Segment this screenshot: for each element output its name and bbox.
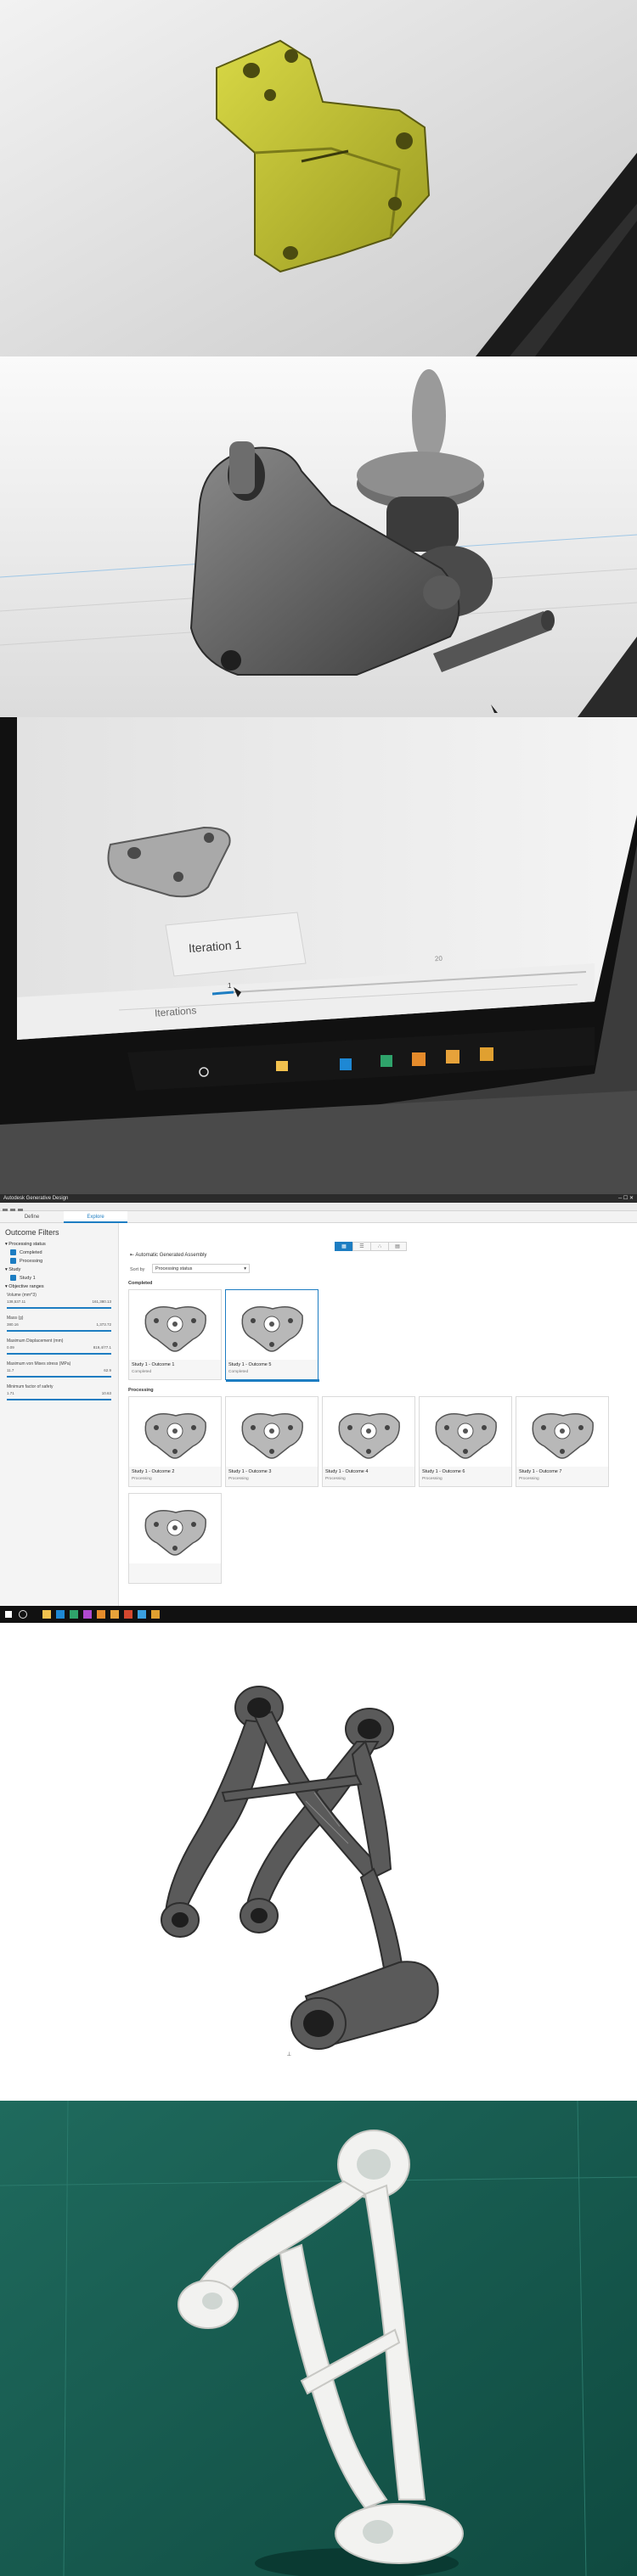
photo-gray-bracket xyxy=(0,356,637,717)
sort-label: Sort by xyxy=(130,1267,145,1272)
selection-indicator xyxy=(226,1379,319,1382)
range-slider-track xyxy=(7,1307,111,1309)
group-label-completed: Completed xyxy=(128,1281,153,1286)
outcome-name: Study 1 - Outcome 6 xyxy=(422,1469,465,1474)
photo-yellow-bracket xyxy=(0,0,637,356)
outcome-status: Processing xyxy=(422,1477,443,1481)
windows-taskbar xyxy=(0,1606,637,1623)
scatter-view-icon[interactable]: ∴ xyxy=(370,1242,389,1251)
window-titlebar: Autodesk Generative Design ─ ☐ ✕ xyxy=(0,1194,637,1203)
outcome-thumbnail xyxy=(323,1397,414,1467)
window-controls[interactable]: ─ ☐ ✕ xyxy=(618,1194,634,1203)
windows-start-icon[interactable] xyxy=(5,1611,12,1618)
range-filter-safety[interactable]: Minimum factor of safety 1.71 10.63 xyxy=(0,1383,118,1406)
app-screenshot: Autodesk Generative Design ─ ☐ ✕ Define … xyxy=(0,1194,637,1623)
outcome-card[interactable]: Study 1 - Outcome 2 Processing xyxy=(128,1396,222,1487)
axis-triad-icon: ⟂ xyxy=(287,2051,291,2057)
outcome-thumbnail xyxy=(129,1290,221,1360)
study-title: ⇤ Automatic Generated Assembly xyxy=(130,1253,207,1258)
range-slider-track xyxy=(7,1353,111,1355)
outcome-name: Study 1 - Outcome 3 xyxy=(228,1469,272,1474)
monitor-photo xyxy=(0,717,637,1194)
chevron-down-icon: ▾ xyxy=(244,1266,246,1271)
outcome-thumbnail xyxy=(516,1397,608,1467)
outcome-card[interactable]: Study 1 - Outcome 3 Processing xyxy=(225,1396,318,1487)
processing-status-heading: ▾ Processing status xyxy=(5,1242,46,1247)
range-slider-track xyxy=(7,1330,111,1332)
outcome-name: Study 1 - Outcome 2 xyxy=(132,1469,175,1474)
photo-printed-prototype xyxy=(0,2101,637,2576)
outcome-card[interactable]: Study 1 - Outcome 1 Completed xyxy=(128,1289,222,1380)
outcome-name: Study 1 - Outcome 1 xyxy=(132,1362,175,1367)
printed-prototype-photo xyxy=(0,2101,637,2576)
slider-value-label: 1 xyxy=(228,982,232,990)
objective-ranges-heading: ▾ Objective ranges xyxy=(5,1284,44,1289)
sort-dropdown[interactable]: Processing status ▾ xyxy=(152,1264,250,1273)
outcome-thumbnail xyxy=(129,1397,221,1467)
fusion-icon[interactable] xyxy=(97,1610,105,1619)
outcome-card[interactable]: Study 1 - Outcome 5 Completed xyxy=(225,1289,319,1382)
range-slider-track xyxy=(7,1399,111,1400)
tab-explore[interactable]: Explore xyxy=(64,1211,127,1223)
filter-study-1[interactable]: Study 1 xyxy=(0,1274,118,1282)
range-filter-stress[interactable]: Maximum von Mises stress (MPa) 11.7 62.9 xyxy=(0,1360,118,1383)
outcome-thumbnail xyxy=(129,1494,221,1563)
photo-lattice-arm: ⟂ xyxy=(0,1623,637,2101)
outcome-status: Completed xyxy=(228,1370,249,1374)
filter-processing[interactable]: Processing xyxy=(0,1257,118,1266)
app-icon[interactable] xyxy=(124,1610,132,1619)
sidebar-title: Outcome Filters xyxy=(5,1228,59,1237)
edge-icon[interactable] xyxy=(56,1610,65,1619)
grid-view-icon[interactable]: ▦ xyxy=(335,1242,353,1251)
gray-bracket-render xyxy=(0,356,637,717)
view-mode-toolbar: ▦ ☰ ∴ ▤ xyxy=(335,1237,407,1252)
outcome-status: Processing xyxy=(519,1477,539,1481)
filter-completed[interactable]: Completed xyxy=(0,1249,118,1257)
outcome-status: Processing xyxy=(132,1477,152,1481)
range-filter-displacement[interactable]: Maximum Displacement (mm) 0.09 819,4/77.1 xyxy=(0,1337,118,1360)
outcome-filters-sidebar: Outcome Filters ▾ Processing status Comp… xyxy=(0,1223,119,1606)
outcome-thumbnail xyxy=(420,1397,511,1467)
app-icon[interactable] xyxy=(83,1610,92,1619)
table-view-icon[interactable]: ▤ xyxy=(388,1242,407,1251)
range-filter-mass[interactable]: Mass (g) 380.16 1,373.72 xyxy=(0,1314,118,1337)
store-icon[interactable] xyxy=(70,1610,78,1619)
outcome-name: Study 1 - Outcome 4 xyxy=(325,1469,369,1474)
outcome-status: Completed xyxy=(132,1370,152,1374)
cortana-icon[interactable] xyxy=(19,1610,27,1619)
app-title: Autodesk Generative Design xyxy=(3,1196,69,1201)
app-icon[interactable] xyxy=(138,1610,146,1619)
fusion-icon[interactable] xyxy=(110,1610,119,1619)
tab-define[interactable]: Define xyxy=(0,1211,64,1223)
photo-monitor-iteration: Iteration 1 Iterations 1 20 xyxy=(0,717,637,1194)
quick-access-toolbar xyxy=(0,1203,637,1214)
outcome-card[interactable]: Study 1 - Outcome 7 Processing xyxy=(516,1396,609,1487)
footer-counter: 20 xyxy=(434,954,443,963)
file-explorer-icon[interactable] xyxy=(42,1610,51,1619)
outcome-card[interactable]: Study 1 - Outcome 4 Processing xyxy=(322,1396,415,1487)
app-icon[interactable] xyxy=(151,1610,160,1619)
outcome-card[interactable]: Study 1 - Outcome 6 Processing xyxy=(419,1396,512,1487)
outcome-name: Study 1 - Outcome 5 xyxy=(228,1362,272,1367)
outcome-status: Processing xyxy=(325,1477,346,1481)
lattice-arm-render: ⟂ xyxy=(0,1623,637,2101)
range-slider-track xyxy=(7,1376,111,1378)
checkbox-icon xyxy=(10,1275,16,1282)
outcome-name: Study 1 - Outcome 7 xyxy=(519,1469,562,1474)
outcome-card[interactable] xyxy=(128,1493,222,1584)
range-filter-volume[interactable]: Volume (mm^3) 138,537.11 161,380.13 xyxy=(0,1291,118,1314)
explore-main: ▦ ☰ ∴ ▤ ⇤ Automatic Generated Assembly Sort… xyxy=(120,1223,637,1606)
checkbox-icon xyxy=(10,1249,16,1256)
workspace-tabs: Define Explore xyxy=(0,1211,637,1223)
yellow-bracket-render xyxy=(0,0,637,356)
checkbox-icon xyxy=(10,1258,16,1265)
outcome-thumbnail xyxy=(226,1397,318,1467)
list-view-icon[interactable]: ☰ xyxy=(352,1242,371,1251)
outcome-status: Processing xyxy=(228,1477,249,1481)
study-heading: ▾ Study xyxy=(5,1267,21,1272)
outcome-thumbnail xyxy=(226,1290,318,1360)
group-label-processing: Processing xyxy=(128,1388,154,1393)
